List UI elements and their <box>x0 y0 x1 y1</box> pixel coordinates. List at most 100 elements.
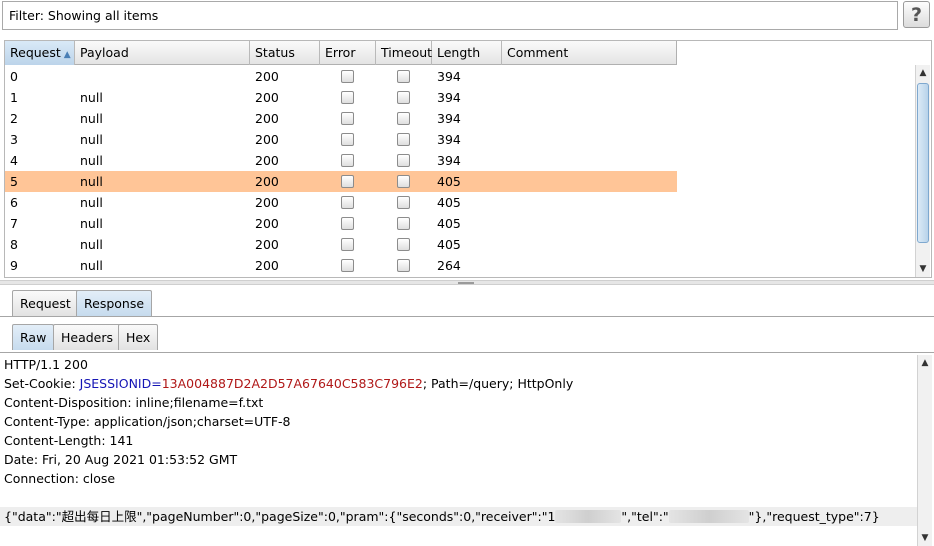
cell-payload: null <box>80 132 103 147</box>
cell-payload: null <box>80 258 103 273</box>
cell-payload <box>75 66 80 87</box>
table-row[interactable]: 2 null 200 394 <box>5 108 677 129</box>
cell-length: 405 <box>437 237 461 252</box>
error-checkbox[interactable] <box>341 91 354 104</box>
response-content-type: Content-Type: application/json;charset=U… <box>4 414 291 429</box>
cell-request: 6 <box>10 195 18 210</box>
table-row[interactable]: 9 null 200 264 <box>5 255 677 276</box>
filter-bar[interactable]: Filter: Showing all items <box>2 1 898 30</box>
table-row[interactable]: 1 null 200 394 <box>5 87 677 108</box>
timeout-checkbox[interactable] <box>397 91 410 104</box>
tab-raw[interactable]: Raw <box>12 324 55 350</box>
response-date: Date: Fri, 20 Aug 2021 01:53:52 GMT <box>4 452 238 467</box>
table-row[interactable]: 4 null 200 394 <box>5 150 677 171</box>
timeout-checkbox[interactable] <box>397 238 410 251</box>
timeout-checkbox[interactable] <box>397 154 410 167</box>
timeout-checkbox[interactable] <box>397 217 410 230</box>
error-checkbox[interactable] <box>341 70 354 83</box>
scroll-up-icon[interactable]: ▲ <box>918 355 932 371</box>
cell-length: 405 <box>437 195 461 210</box>
filter-text: Filter: Showing all items <box>9 8 159 23</box>
timeout-checkbox[interactable] <box>397 259 410 272</box>
response-raw-view[interactable]: HTTP/1.1 200 Set-Cookie: JSESSIONID=13A0… <box>0 352 934 546</box>
cell-request: 4 <box>10 153 18 168</box>
error-checkbox[interactable] <box>341 196 354 209</box>
scroll-down-icon[interactable]: ▼ <box>916 261 930 277</box>
cell-request: 7 <box>10 216 18 231</box>
redacted-receiver <box>555 510 622 523</box>
cell-payload: null <box>80 216 103 231</box>
tab-headers[interactable]: Headers <box>53 324 122 350</box>
column-header-length[interactable]: Length <box>432 41 502 65</box>
error-checkbox[interactable] <box>341 217 354 230</box>
cookie-value: 13A004887D2A2D57A67640C583C796E2 <box>161 376 423 391</box>
cell-status: 200 <box>255 216 279 231</box>
results-table: Request ▲ Payload Status Error Timeout Le… <box>4 40 932 278</box>
cell-status: 200 <box>255 174 279 189</box>
cell-request: 8 <box>10 237 18 252</box>
cell-length: 405 <box>437 216 461 231</box>
cell-length: 394 <box>437 111 461 126</box>
response-content-disposition: Content-Disposition: inline;filename=f.t… <box>4 395 264 410</box>
table-row[interactable]: 0 200 394 <box>5 66 677 87</box>
redacted-tel <box>668 510 749 523</box>
table-row[interactable]: 8 null 200 405 <box>5 234 677 255</box>
cell-status: 200 <box>255 111 279 126</box>
column-header-status[interactable]: Status <box>250 41 320 65</box>
table-vertical-scrollbar[interactable]: ▲ ▼ <box>915 65 930 277</box>
cell-request: 5 <box>10 174 18 189</box>
cell-request: 3 <box>10 132 18 147</box>
tab-request[interactable]: Request <box>12 290 79 316</box>
timeout-checkbox[interactable] <box>397 133 410 146</box>
error-checkbox[interactable] <box>341 112 354 125</box>
column-header-request[interactable]: Request ▲ <box>5 41 75 65</box>
table-row[interactable]: 3 null 200 394 <box>5 129 677 150</box>
cell-request: 0 <box>10 69 18 84</box>
error-checkbox[interactable] <box>341 133 354 146</box>
response-body: {"data":"超出每日上限","pageNumber":0,"pageSiz… <box>4 509 880 524</box>
response-connection: Connection: close <box>4 471 116 486</box>
help-button[interactable]: ? <box>903 1 930 28</box>
splitter-grip-icon[interactable] <box>458 282 474 284</box>
scroll-thumb[interactable] <box>917 83 929 243</box>
pane-splitter[interactable] <box>0 280 934 285</box>
error-checkbox[interactable] <box>341 238 354 251</box>
column-header-error[interactable]: Error <box>320 41 376 65</box>
error-checkbox[interactable] <box>341 259 354 272</box>
sort-ascending-icon: ▲ <box>63 50 71 60</box>
timeout-checkbox[interactable] <box>397 112 410 125</box>
response-content-length: Content-Length: 141 <box>4 433 134 448</box>
column-header-comment[interactable]: Comment <box>502 41 677 65</box>
table-row[interactable]: 7 null 200 405 <box>5 213 677 234</box>
cell-length: 394 <box>437 153 461 168</box>
cell-status: 200 <box>255 153 279 168</box>
cell-status: 200 <box>255 237 279 252</box>
cookie-name: JSESSIONID <box>79 376 152 391</box>
table-row[interactable]: 5 null 200 405 <box>5 171 677 192</box>
scroll-up-icon[interactable]: ▲ <box>916 65 930 81</box>
tab-hex[interactable]: Hex <box>118 324 159 350</box>
cell-payload: null <box>80 111 103 126</box>
cell-payload: null <box>80 174 103 189</box>
table-header: Request ▲ Payload Status Error Timeout Le… <box>5 41 677 65</box>
column-header-payload[interactable]: Payload <box>75 41 250 65</box>
error-checkbox[interactable] <box>341 154 354 167</box>
cell-length: 264 <box>437 258 461 273</box>
cell-length: 394 <box>437 69 461 84</box>
timeout-checkbox[interactable] <box>397 196 410 209</box>
tab-divider <box>0 316 934 317</box>
table-row[interactable]: 6 null 200 405 <box>5 192 677 213</box>
column-header-timeout[interactable]: Timeout <box>376 41 432 65</box>
cell-status: 200 <box>255 69 279 84</box>
timeout-checkbox[interactable] <box>397 70 410 83</box>
response-status-line: HTTP/1.1 200 <box>4 357 88 372</box>
error-checkbox[interactable] <box>341 175 354 188</box>
scroll-down-icon[interactable]: ▼ <box>918 530 932 546</box>
response-vertical-scrollbar[interactable]: ▲ ▼ <box>917 355 932 546</box>
cell-status: 200 <box>255 132 279 147</box>
timeout-checkbox[interactable] <box>397 175 410 188</box>
cell-length: 405 <box>437 174 461 189</box>
cell-request: 1 <box>10 90 18 105</box>
tab-response[interactable]: Response <box>76 290 153 316</box>
help-icon: ? <box>910 3 923 26</box>
